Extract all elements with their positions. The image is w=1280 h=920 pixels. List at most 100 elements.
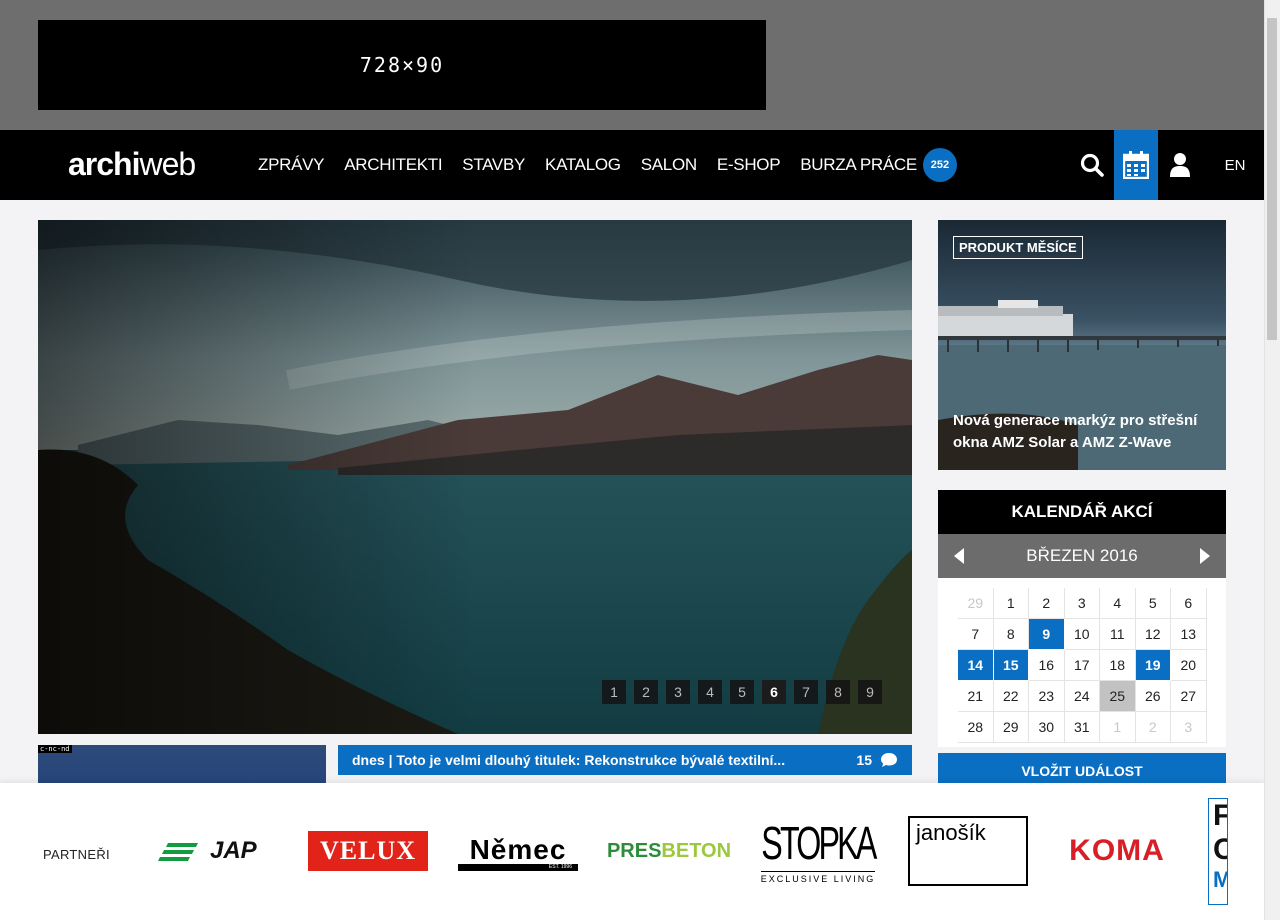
partner-logo-stopka[interactable]: STOPKA EXCLUSIVE LIVING	[758, 811, 878, 887]
partner-logo-janosik[interactable]: janošík	[908, 816, 1028, 886]
partner-logo-jap[interactable]: JAP	[158, 835, 280, 869]
pager-item-current[interactable]: 6	[762, 680, 786, 704]
partners-bar: PARTNEŘI JAP VELUX Němec EST. 1996 PRES …	[0, 783, 1264, 920]
calendar-day[interactable]: 28	[958, 712, 994, 743]
cutoff-letter-c: M	[1213, 867, 1227, 893]
calendar-day[interactable]: 1	[993, 588, 1029, 619]
calendar-day[interactable]: 5	[1135, 588, 1171, 619]
pager-item[interactable]: 8	[826, 680, 850, 704]
nav-item-eshop[interactable]: E-SHOP	[717, 155, 781, 175]
calendar-day[interactable]: 19	[1135, 650, 1171, 681]
nav-item-katalog[interactable]: KATALOG	[545, 155, 621, 175]
calendar-day[interactable]: 1	[1100, 712, 1136, 743]
velux-text: VELUX	[319, 836, 416, 865]
hero-pager: 1 2 3 4 5 6 7 8 9	[602, 680, 882, 704]
main-navigation: archiweb ZPRÁVY ARCHITEKTI STAVBY KATALO…	[0, 130, 1264, 200]
jap-text: JAP	[210, 837, 257, 864]
nav-item-burza-prace[interactable]: BURZA PRÁCE	[800, 155, 917, 175]
calendar-day[interactable]: 12	[1135, 619, 1171, 650]
calendar-day[interactable]: 22	[993, 681, 1029, 712]
archiweb-logo[interactable]: archiweb	[68, 144, 196, 184]
calendar-day[interactable]: 13	[1171, 619, 1207, 650]
jobs-count-badge[interactable]: 252	[922, 148, 957, 182]
calendar-button[interactable]	[1114, 130, 1158, 200]
calendar-day[interactable]: 24	[1064, 681, 1100, 712]
calendar-day[interactable]: 3	[1171, 712, 1207, 743]
calendar-day[interactable]: 4	[1100, 588, 1136, 619]
calendar-day[interactable]: 31	[1064, 712, 1100, 743]
pager-item[interactable]: 3	[666, 680, 690, 704]
partner-logo-presbeton[interactable]: PRES BETON	[607, 837, 731, 865]
koma-text: KOMA	[1069, 834, 1165, 867]
pager-item[interactable]: 9	[858, 680, 882, 704]
calendar-day[interactable]: 3	[1064, 588, 1100, 619]
calendar-day[interactable]: 10	[1064, 619, 1100, 650]
calendar-day[interactable]: 27	[1171, 681, 1207, 712]
news-ticker[interactable]: dnes | Toto je velmi dlouhý titulek: Rek…	[338, 745, 912, 775]
calendar-day[interactable]: 25	[1100, 681, 1136, 712]
product-caption[interactable]: Nová generace markýz pro střešní okna AM…	[953, 410, 1213, 454]
scrollbar-thumb[interactable]	[1267, 18, 1277, 340]
nav-item-zpravy[interactable]: ZPRÁVY	[258, 155, 325, 175]
partner-logo-cutoff[interactable]: F C M	[1208, 798, 1228, 905]
page-scrollbar[interactable]	[1264, 0, 1280, 920]
comment-count-value: 15	[856, 752, 872, 768]
calendar-day[interactable]: 11	[1100, 619, 1136, 650]
comment-count[interactable]: 15	[856, 752, 898, 768]
prev-month-icon[interactable]	[952, 547, 966, 565]
stopka-text: STOPKA	[761, 816, 877, 869]
calendar-day[interactable]: 30	[1029, 712, 1065, 743]
calendar-day[interactable]: 7	[958, 619, 994, 650]
calendar-day[interactable]: 29	[993, 712, 1029, 743]
product-of-month[interactable]: PRODUKT MĚSÍCE Nová generace markýz pro …	[938, 220, 1226, 470]
calendar-title: KALENDÁŘ AKCÍ	[938, 490, 1226, 534]
user-button[interactable]	[1158, 130, 1202, 200]
calendar-day[interactable]: 2	[1029, 588, 1065, 619]
cutoff-letter-b: C	[1213, 833, 1227, 867]
product-tag: PRODUKT MĚSÍCE	[953, 236, 1083, 259]
nav-menu: ZPRÁVY ARCHITEKTI STAVBY KATALOG SALON E…	[248, 130, 957, 200]
hero-slider[interactable]: 1 2 3 4 5 6 7 8 9	[38, 220, 912, 734]
calendar-day[interactable]: 21	[958, 681, 994, 712]
hero-landscape-image	[38, 220, 912, 734]
calendar-day[interactable]: 14	[958, 650, 994, 681]
pager-item[interactable]: 1	[602, 680, 626, 704]
calendar-icon	[1123, 151, 1149, 179]
calendar-day[interactable]: 15	[993, 650, 1029, 681]
nemec-est: EST. 1996	[458, 863, 578, 871]
language-switch[interactable]: EN	[1206, 130, 1264, 200]
calendar-day[interactable]: 23	[1029, 681, 1065, 712]
article-thumbnail[interactable]: c-nc-nd	[38, 745, 326, 785]
calendar-day[interactable]: 26	[1135, 681, 1171, 712]
calendar-day[interactable]: 8	[993, 619, 1029, 650]
events-calendar: KALENDÁŘ AKCÍ BŘEZEN 2016 29 1 2 3 4 5 6 7 8 9 10 1…	[938, 490, 1226, 747]
calendar-day[interactable]: 18	[1100, 650, 1136, 681]
partner-logo-koma[interactable]: KOMA	[1056, 833, 1178, 869]
calendar-day[interactable]: 20	[1171, 650, 1207, 681]
calendar-day[interactable]: 17	[1064, 650, 1100, 681]
pager-item[interactable]: 7	[794, 680, 818, 704]
calendar-day[interactable]: 6	[1171, 588, 1207, 619]
calendar-day[interactable]: 2	[1135, 712, 1171, 743]
calendar-day[interactable]: 29	[958, 588, 994, 619]
partner-logo-nemec[interactable]: Němec EST. 1996	[458, 833, 578, 873]
next-month-icon[interactable]	[1198, 547, 1212, 565]
nav-item-salon[interactable]: SALON	[641, 155, 697, 175]
logo-bold: archi	[68, 146, 140, 182]
search-button[interactable]	[1070, 130, 1114, 200]
nav-tools: EN	[1070, 130, 1264, 200]
pager-item[interactable]: 2	[634, 680, 658, 704]
partner-logo-velux[interactable]: VELUX	[308, 831, 428, 871]
calendar-day[interactable]: 9	[1029, 619, 1065, 650]
nav-item-stavby[interactable]: STAVBY	[462, 155, 525, 175]
partners-label: PARTNEŘI	[43, 847, 110, 862]
pager-item[interactable]: 4	[698, 680, 722, 704]
ad-placeholder[interactable]: 728×90	[38, 20, 766, 110]
nav-item-architekti[interactable]: ARCHITEKTI	[344, 155, 442, 175]
user-icon	[1170, 153, 1190, 177]
cutoff-letter-a: F	[1213, 799, 1227, 833]
pager-item[interactable]: 5	[730, 680, 754, 704]
calendar-day[interactable]: 16	[1029, 650, 1065, 681]
comment-icon	[881, 753, 897, 767]
ticker-headline[interactable]: dnes | Toto je velmi dlouhý titulek: Rek…	[352, 752, 846, 768]
